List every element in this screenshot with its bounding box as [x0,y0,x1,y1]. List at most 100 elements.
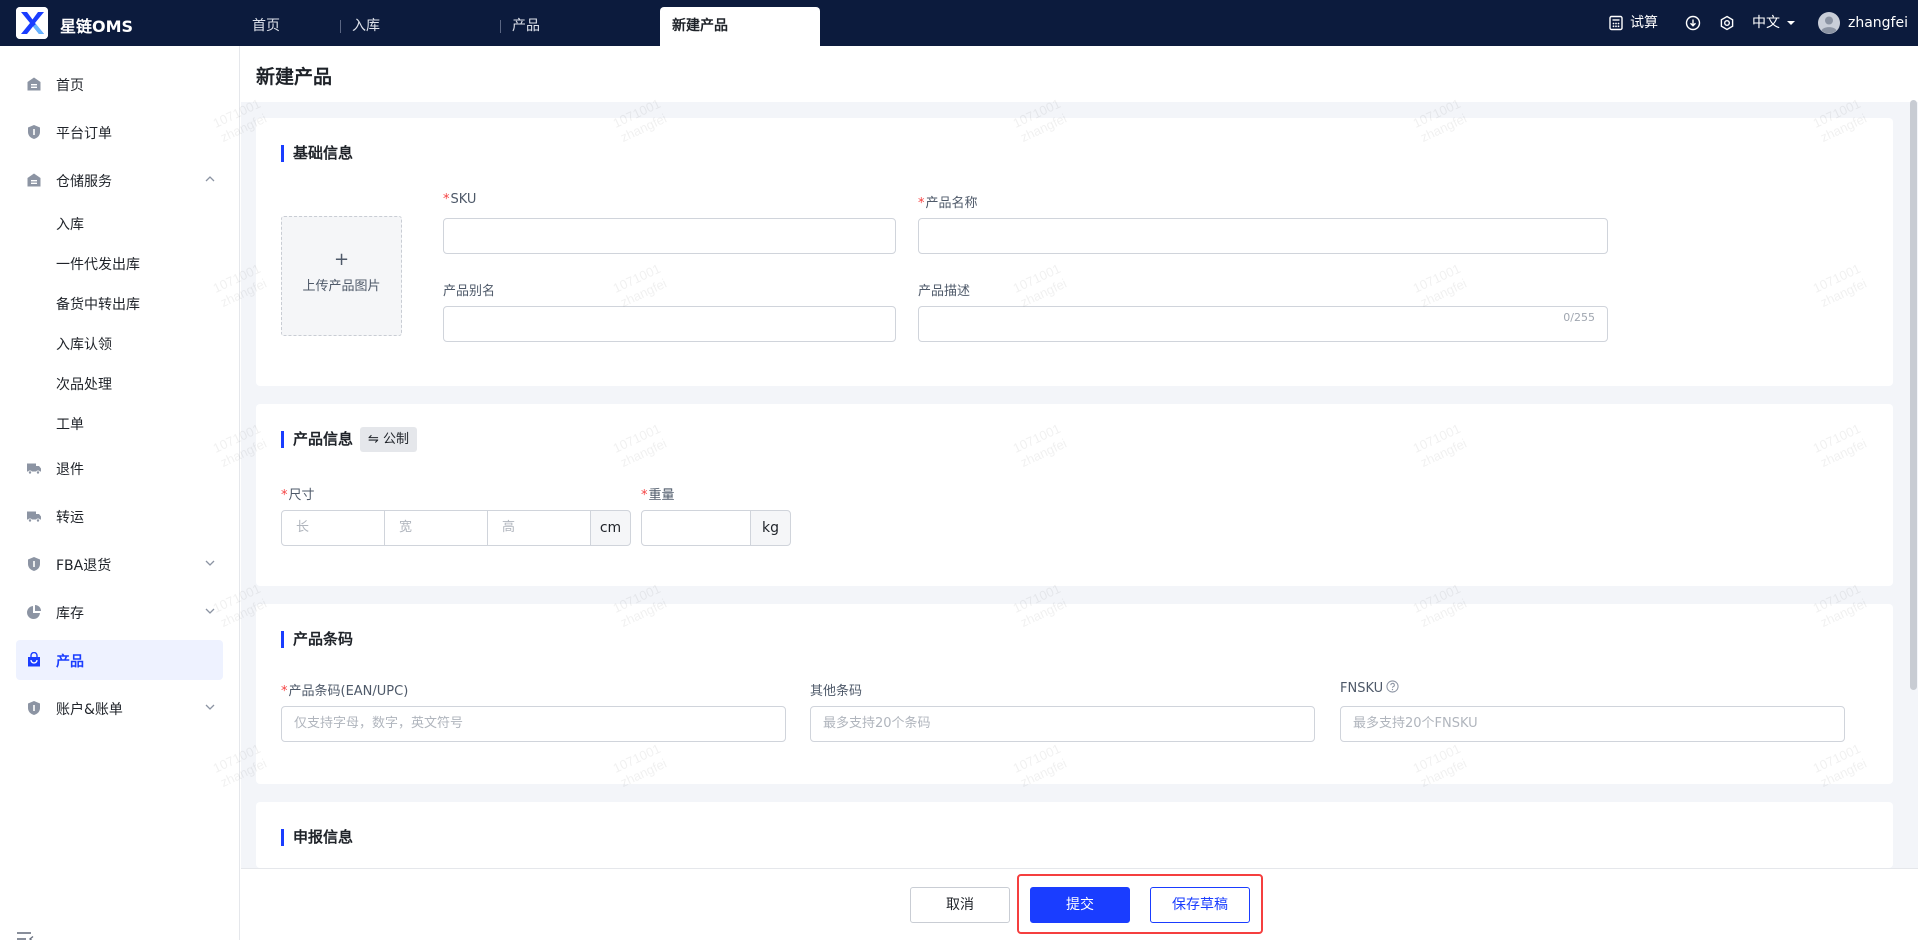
alias-label: 产品别名 [443,284,496,299]
sidebar-item-returns[interactable]: 退件 [16,448,223,488]
tab-product-label: 产品 [512,18,540,34]
length-input[interactable]: 长 [281,510,385,546]
caret-down-icon [1787,21,1795,25]
save-draft-button[interactable]: 保存草稿 [1150,887,1250,923]
sku-label: *SKU [443,192,476,207]
shield-icon [28,701,40,715]
sidebar-item-label: 退件 [56,462,84,478]
barcode-card: 产品条码 *产品条码(EAN/UPC) 仅支持字母，数字，英文符号 其他条码 最… [256,604,1893,784]
tab-home[interactable]: 首页 [240,7,340,46]
download-button[interactable] [1685,0,1701,46]
menu-collapse-icon[interactable] [16,930,34,940]
required-mark: * [918,196,925,211]
width-input[interactable]: 宽 [384,510,488,546]
fnsku-input[interactable]: 最多支持20个FNSKU [1340,706,1845,742]
weight-label: *重量 [641,484,675,503]
tab-inbound-label: 入库 [352,18,380,34]
product-info-card: 产品信息 ⇋ 公制 *尺寸 长 宽 高 cm *重量 kg [256,404,1893,586]
chevron-down-icon [205,608,215,614]
declaration-card: 申报信息 [256,802,1893,868]
sidebar-item-label: 仓储服务 [56,174,112,190]
sidebar-item-account-billing[interactable]: 账户&账单 [16,688,223,728]
sidebar-item-label: FBA退货 [56,558,112,574]
sku-input[interactable] [443,218,896,254]
shield-icon [28,125,40,139]
required-mark: * [281,488,288,503]
height-input[interactable]: 高 [487,510,591,546]
sidebar-item-label: 库存 [56,606,84,622]
tab-new-product[interactable]: 新建产品 [660,7,820,46]
main-content: 新建产品 基础信息 + 上传产品图片 *SKU *产品名称 产品别名 产品描述 … [241,46,1918,940]
tab-home-label: 首页 [252,18,280,34]
weight-unit: kg [750,510,791,546]
bag-icon [28,652,40,667]
gear-icon [1720,15,1734,31]
user-menu[interactable]: zhangfei [1818,0,1908,46]
calc-button[interactable]: 试算 [1608,0,1658,46]
product-name-input[interactable] [918,218,1608,254]
upload-image-button[interactable]: + 上传产品图片 [281,216,402,336]
sidebar-item-label: 平台订单 [56,126,112,142]
language-label: 中文 [1752,15,1780,31]
alias-input[interactable] [443,306,896,342]
tab-inbound[interactable]: 入库 [340,7,500,46]
truck-icon [27,511,41,523]
basic-info-card: 基础信息 + 上传产品图片 *SKU *产品名称 产品别名 产品描述 0/255 [256,118,1893,386]
product-name-label: *产品名称 [918,192,978,211]
sidebar-sub-defective[interactable]: 次品处理 [56,374,112,394]
settings-button[interactable] [1719,0,1735,46]
size-label: *尺寸 [281,484,315,503]
sidebar-item-transit[interactable]: 转运 [16,496,223,536]
chevron-up-icon [205,176,215,182]
section-title-product-info: 产品信息 [281,431,353,448]
sidebar-item-products[interactable]: 产品 [16,640,223,680]
required-mark: * [281,684,288,699]
sidebar-item-inventory[interactable]: 库存 [16,592,223,632]
chevron-down-icon [205,560,215,566]
language-select[interactable]: 中文 [1752,0,1796,46]
download-icon [1685,15,1701,31]
size-label-text: 尺寸 [288,488,315,503]
sidebar-sub-work-order[interactable]: 工单 [56,414,84,434]
sidebar-item-label: 首页 [56,78,84,94]
footer-action-bar: 取消 提交 保存草稿 [241,868,1918,940]
sidebar-sub-inbound-claim[interactable]: 入库认领 [56,334,112,354]
other-barcode-input[interactable]: 最多支持20个条码 [810,706,1315,742]
help-icon[interactable] [1386,680,1399,693]
cancel-button[interactable]: 取消 [910,887,1010,923]
description-textarea[interactable]: 0/255 [918,306,1608,342]
app-logo[interactable] [16,7,48,39]
weight-input[interactable] [641,510,751,546]
description-label: 产品描述 [918,284,971,299]
chevron-down-icon [205,704,215,710]
avatar-icon [1818,12,1840,34]
home-icon [27,77,41,91]
vertical-scrollbar[interactable] [1910,100,1917,690]
unit-toggle[interactable]: ⇋ 公制 [360,427,418,452]
page-header: 新建产品 [241,46,1918,102]
sidebar-item-fba-returns[interactable]: FBA退货 [16,544,223,584]
tab-product[interactable]: 产品 [500,7,660,46]
sidebar-item-home[interactable]: 首页 [16,64,223,104]
ean-label: *产品条码(EAN/UPC) [281,680,408,699]
required-mark: * [641,488,648,503]
sku-label-text: SKU [450,192,477,207]
sidebar-sub-inbound[interactable]: 入库 [56,214,84,234]
plus-icon: + [333,249,350,270]
sidebar-item-warehouse[interactable]: 仓储服务 [16,160,223,200]
char-counter: 0/255 [1563,311,1595,324]
section-title-basic: 基础信息 [281,145,353,162]
submit-button[interactable]: 提交 [1030,887,1130,923]
sidebar-sub-dropship-outbound[interactable]: 一件代发出库 [56,254,140,274]
tab-separator [500,20,501,33]
user-name: zhangfei [1848,15,1908,31]
calculator-icon [1609,15,1623,31]
sidebar-sub-transfer-outbound[interactable]: 备货中转出库 [56,294,140,314]
weight-label-text: 重量 [648,488,675,503]
shield-icon [28,557,40,571]
upload-label: 上传产品图片 [302,279,381,294]
ean-input[interactable]: 仅支持字母，数字，英文符号 [281,706,786,742]
sidebar-item-platform-orders[interactable]: 平台订单 [16,112,223,152]
section-title-barcode: 产品条码 [281,631,353,648]
truck-icon [27,463,41,475]
